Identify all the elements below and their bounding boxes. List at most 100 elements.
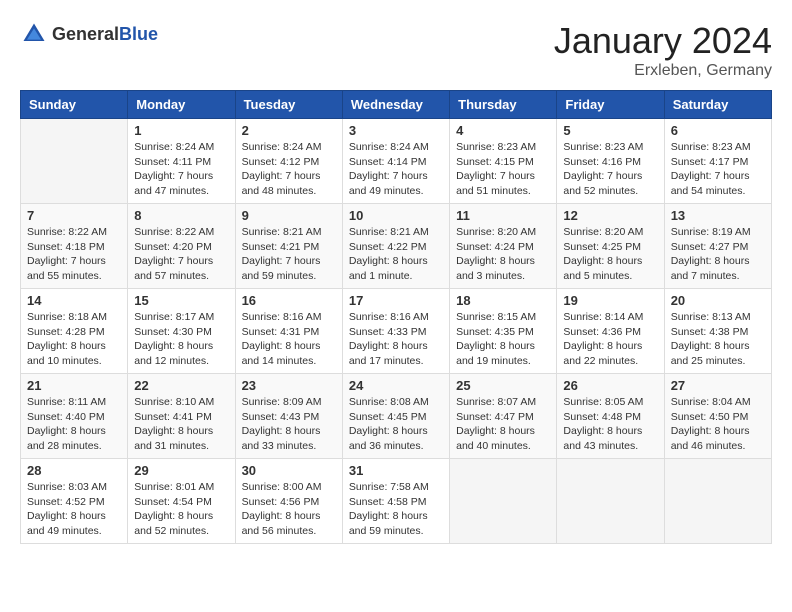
location-subtitle: Erxleben, Germany <box>554 62 772 80</box>
day-info: Sunrise: 8:04 AM Sunset: 4:50 PM Dayligh… <box>671 395 765 454</box>
calendar-week-row: 28Sunrise: 8:03 AM Sunset: 4:52 PM Dayli… <box>21 459 772 544</box>
calendar-cell: 12 Sunrise: 8:20 AM Sunset: 4:25 PM Dayli… <box>557 204 664 289</box>
day-info: Sunrise: 8:19 AM Sunset: 4:27 PM Dayligh… <box>671 225 765 284</box>
day-info: Sunrise: 8:05 AM Sunset: 4:48 PM Dayligh… <box>563 395 657 454</box>
calendar-week-row: 7 Sunrise: 8:22 AM Sunset: 4:18 PM Daylig… <box>21 204 772 289</box>
day-of-week-header: Wednesday <box>342 91 449 119</box>
calendar-cell: 9Sunrise: 8:21 AM Sunset: 4:21 PM Daylig… <box>235 204 342 289</box>
calendar-week-row: 1Sunrise: 8:24 AM Sunset: 4:11 PM Daylig… <box>21 119 772 204</box>
day-info: Sunrise: 8:15 AM Sunset: 4:35 PM Dayligh… <box>456 310 550 369</box>
calendar-cell: 18 Sunrise: 8:15 AM Sunset: 4:35 PM Dayli… <box>450 289 557 374</box>
day-info: Sunrise: 8:07 AM Sunset: 4:47 PM Dayligh… <box>456 395 550 454</box>
day-info: Sunrise: 8:11 AM Sunset: 4:40 PM Dayligh… <box>27 395 121 454</box>
day-info: Sunrise: 8:18 AM Sunset: 4:28 PM Dayligh… <box>27 310 121 369</box>
calendar-cell: 24 Sunrise: 8:08 AM Sunset: 4:45 PM Dayli… <box>342 374 449 459</box>
day-info: Sunrise: 8:00 AM Sunset: 4:56 PM Dayligh… <box>242 480 336 539</box>
day-number: 31 <box>349 463 443 478</box>
day-number: 18 <box>456 293 550 308</box>
calendar-cell: 26 Sunrise: 8:05 AM Sunset: 4:48 PM Dayli… <box>557 374 664 459</box>
day-of-week-header: Thursday <box>450 91 557 119</box>
title-block: January 2024 Erxleben, Germany <box>554 20 772 80</box>
day-info: Sunrise: 8:08 AM Sunset: 4:45 PM Dayligh… <box>349 395 443 454</box>
day-number: 25 <box>456 378 550 393</box>
day-number: 12 <box>563 208 657 223</box>
calendar-cell: 3Sunrise: 8:24 AM Sunset: 4:14 PM Daylig… <box>342 119 449 204</box>
day-of-week-header: Sunday <box>21 91 128 119</box>
day-of-week-header: Saturday <box>664 91 771 119</box>
calendar-cell: 1Sunrise: 8:24 AM Sunset: 4:11 PM Daylig… <box>128 119 235 204</box>
calendar-cell: 31 Sunrise: 7:58 AM Sunset: 4:58 PM Dayli… <box>342 459 449 544</box>
day-number: 17 <box>349 293 443 308</box>
day-number: 26 <box>563 378 657 393</box>
day-number: 23 <box>242 378 336 393</box>
calendar-cell: 15 Sunrise: 8:17 AM Sunset: 4:30 PM Dayli… <box>128 289 235 374</box>
day-number: 8 <box>134 208 228 223</box>
calendar-cell: 6 Sunrise: 8:23 AM Sunset: 4:17 PM Daylig… <box>664 119 771 204</box>
day-number: 4 <box>456 123 550 138</box>
day-info: Sunrise: 8:09 AM Sunset: 4:43 PM Dayligh… <box>242 395 336 454</box>
calendar-cell: 30 Sunrise: 8:00 AM Sunset: 4:56 PM Dayli… <box>235 459 342 544</box>
day-info: Sunrise: 8:23 AM Sunset: 4:16 PM Dayligh… <box>563 140 657 199</box>
day-info: Sunrise: 7:58 AM Sunset: 4:58 PM Dayligh… <box>349 480 443 539</box>
calendar-cell: 14 Sunrise: 8:18 AM Sunset: 4:28 PM Dayli… <box>21 289 128 374</box>
page-header: GeneralBlue January 2024 Erxleben, Germa… <box>20 20 772 80</box>
calendar-cell: 20 Sunrise: 8:13 AM Sunset: 4:38 PM Dayli… <box>664 289 771 374</box>
day-number: 5 <box>563 123 657 138</box>
day-number: 6 <box>671 123 765 138</box>
calendar-cell: 27Sunrise: 8:04 AM Sunset: 4:50 PM Dayli… <box>664 374 771 459</box>
day-number: 7 <box>27 208 121 223</box>
calendar-cell: 2 Sunrise: 8:24 AM Sunset: 4:12 PM Daylig… <box>235 119 342 204</box>
day-number: 14 <box>27 293 121 308</box>
calendar-cell: 23 Sunrise: 8:09 AM Sunset: 4:43 PM Dayli… <box>235 374 342 459</box>
day-info: Sunrise: 8:24 AM Sunset: 4:12 PM Dayligh… <box>242 140 336 199</box>
calendar-cell <box>21 119 128 204</box>
day-number: 15 <box>134 293 228 308</box>
logo-icon <box>20 20 48 48</box>
calendar-cell: 17 Sunrise: 8:16 AM Sunset: 4:33 PM Dayli… <box>342 289 449 374</box>
calendar-cell: 8Sunrise: 8:22 AM Sunset: 4:20 PM Daylig… <box>128 204 235 289</box>
day-number: 30 <box>242 463 336 478</box>
calendar-cell: 13 Sunrise: 8:19 AM Sunset: 4:27 PM Dayli… <box>664 204 771 289</box>
calendar-cell: 29Sunrise: 8:01 AM Sunset: 4:54 PM Dayli… <box>128 459 235 544</box>
calendar-cell: 11Sunrise: 8:20 AM Sunset: 4:24 PM Dayli… <box>450 204 557 289</box>
calendar-cell <box>557 459 664 544</box>
calendar-cell: 28Sunrise: 8:03 AM Sunset: 4:52 PM Dayli… <box>21 459 128 544</box>
day-number: 20 <box>671 293 765 308</box>
day-info: Sunrise: 8:13 AM Sunset: 4:38 PM Dayligh… <box>671 310 765 369</box>
calendar-cell: 7 Sunrise: 8:22 AM Sunset: 4:18 PM Daylig… <box>21 204 128 289</box>
day-of-week-header: Tuesday <box>235 91 342 119</box>
day-info: Sunrise: 8:16 AM Sunset: 4:33 PM Dayligh… <box>349 310 443 369</box>
day-number: 9 <box>242 208 336 223</box>
calendar-cell <box>664 459 771 544</box>
day-info: Sunrise: 8:21 AM Sunset: 4:22 PM Dayligh… <box>349 225 443 284</box>
calendar-week-row: 21 Sunrise: 8:11 AM Sunset: 4:40 PM Dayli… <box>21 374 772 459</box>
calendar-cell: 4 Sunrise: 8:23 AM Sunset: 4:15 PM Daylig… <box>450 119 557 204</box>
day-info: Sunrise: 8:17 AM Sunset: 4:30 PM Dayligh… <box>134 310 228 369</box>
calendar-cell: 10Sunrise: 8:21 AM Sunset: 4:22 PM Dayli… <box>342 204 449 289</box>
calendar-cell: 21 Sunrise: 8:11 AM Sunset: 4:40 PM Dayli… <box>21 374 128 459</box>
calendar-cell: 19 Sunrise: 8:14 AM Sunset: 4:36 PM Dayli… <box>557 289 664 374</box>
calendar-header-row: SundayMondayTuesdayWednesdayThursdayFrid… <box>21 91 772 119</box>
day-info: Sunrise: 8:16 AM Sunset: 4:31 PM Dayligh… <box>242 310 336 369</box>
month-year-title: January 2024 <box>554 20 772 62</box>
day-number: 22 <box>134 378 228 393</box>
logo: GeneralBlue <box>20 20 158 48</box>
day-info: Sunrise: 8:01 AM Sunset: 4:54 PM Dayligh… <box>134 480 228 539</box>
calendar-cell: 16 Sunrise: 8:16 AM Sunset: 4:31 PM Dayli… <box>235 289 342 374</box>
day-info: Sunrise: 8:22 AM Sunset: 4:18 PM Dayligh… <box>27 225 121 284</box>
day-info: Sunrise: 8:14 AM Sunset: 4:36 PM Dayligh… <box>563 310 657 369</box>
day-of-week-header: Friday <box>557 91 664 119</box>
day-number: 19 <box>563 293 657 308</box>
day-info: Sunrise: 8:20 AM Sunset: 4:25 PM Dayligh… <box>563 225 657 284</box>
day-number: 24 <box>349 378 443 393</box>
day-info: Sunrise: 8:23 AM Sunset: 4:15 PM Dayligh… <box>456 140 550 199</box>
day-info: Sunrise: 8:23 AM Sunset: 4:17 PM Dayligh… <box>671 140 765 199</box>
day-number: 21 <box>27 378 121 393</box>
day-number: 3 <box>349 123 443 138</box>
day-number: 16 <box>242 293 336 308</box>
calendar-cell: 5 Sunrise: 8:23 AM Sunset: 4:16 PM Daylig… <box>557 119 664 204</box>
day-number: 13 <box>671 208 765 223</box>
calendar-cell <box>450 459 557 544</box>
day-info: Sunrise: 8:10 AM Sunset: 4:41 PM Dayligh… <box>134 395 228 454</box>
day-number: 2 <box>242 123 336 138</box>
